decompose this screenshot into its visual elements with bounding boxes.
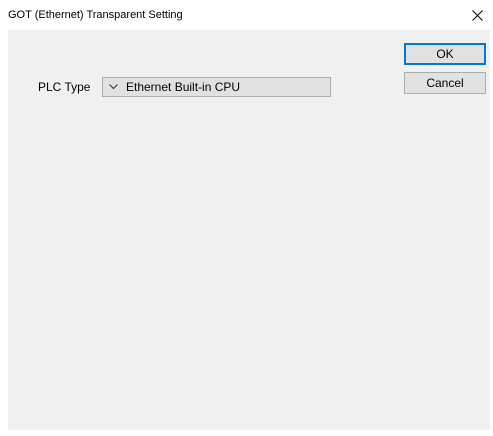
plc-type-dropdown[interactable]: Ethernet Built-in CPU	[102, 77, 331, 97]
plc-type-label: PLC Type	[38, 80, 91, 94]
close-icon	[471, 9, 483, 21]
plc-type-value: Ethernet Built-in CPU	[126, 80, 241, 94]
window-title: GOT (Ethernet) Transparent Setting	[8, 9, 183, 21]
chevron-down-icon	[106, 78, 120, 96]
ok-button[interactable]: OK	[404, 43, 486, 65]
cancel-button[interactable]: Cancel	[404, 72, 486, 94]
title-bar[interactable]: GOT (Ethernet) Transparent Setting	[0, 0, 493, 30]
close-button[interactable]	[461, 0, 493, 30]
dialog-client-area: PLC Type Ethernet Built-in CPU OK Cancel	[8, 30, 490, 430]
dialog-window: GOT (Ethernet) Transparent Setting PLC T…	[0, 0, 493, 436]
